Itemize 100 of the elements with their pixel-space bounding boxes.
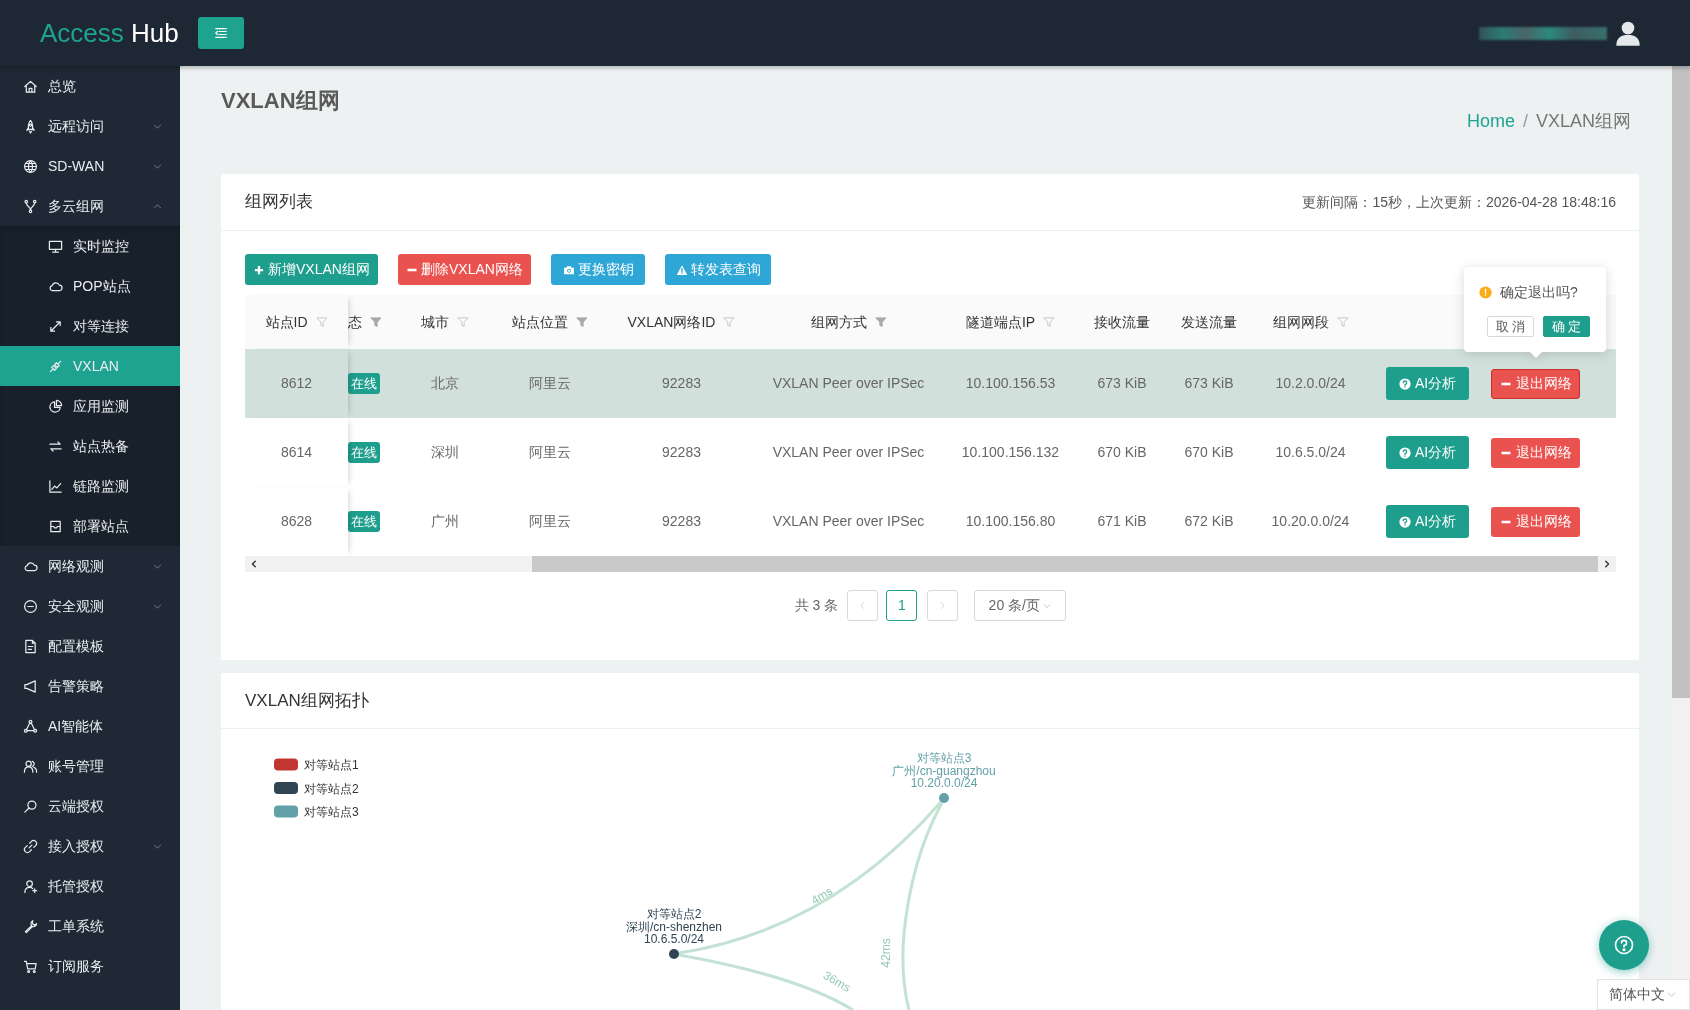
legend-label[interactable]: 对等站点1	[304, 758, 359, 772]
cancel-button[interactable]: 取 消	[1487, 316, 1534, 337]
sidebar-item[interactable]: 多云组网	[0, 186, 180, 226]
legend-label[interactable]: 对等站点2	[304, 781, 359, 796]
popover-message: 确定退出吗?	[1500, 282, 1578, 302]
submenu-item[interactable]: 链路监测	[0, 466, 180, 506]
globe-icon	[23, 158, 38, 174]
table-cell: 8612	[245, 349, 348, 418]
table-cell-text: 10.100.156.80	[964, 512, 1057, 531]
sidebar-item[interactable]: 总览	[0, 66, 180, 106]
card-title: VXLAN组网拓扑	[245, 689, 369, 712]
filter-icon[interactable]	[315, 316, 328, 328]
plus-icon	[253, 263, 266, 276]
submenu-item[interactable]: 站点热备	[0, 426, 180, 466]
page-size-select[interactable]: 20 条/页	[974, 590, 1067, 621]
table-cell-text: 671 KiB	[1096, 512, 1148, 531]
wrench-icon	[23, 918, 38, 934]
leave-network-button[interactable]: 退出网络	[1491, 437, 1580, 468]
sidebar-item[interactable]: 接入授权	[0, 826, 180, 866]
sidebar-item[interactable]: 网络观测	[0, 546, 180, 586]
submenu-item[interactable]: 部署站点	[0, 506, 180, 546]
filter-icon[interactable]	[874, 316, 887, 328]
filter-icon[interactable]	[370, 316, 382, 328]
column-header: VXLAN网络ID	[627, 312, 716, 332]
submenu-item[interactable]: POP站点	[0, 266, 180, 306]
line-chart-icon	[48, 478, 63, 494]
filter-icon[interactable]	[1043, 316, 1056, 328]
submenu-item[interactable]: 对等连接	[0, 306, 180, 346]
legend-swatch-icon[interactable]	[274, 758, 298, 771]
table-cell-text: 670 KiB	[1183, 443, 1235, 462]
table-cell-text: 深圳	[429, 443, 460, 462]
help-icon	[1398, 446, 1411, 459]
column-header: 组网网段	[1272, 312, 1329, 332]
table-cell: 8614	[245, 418, 348, 487]
submenu-item[interactable]: 应用监测	[0, 386, 180, 426]
sidebar-item[interactable]: 账号管理	[0, 746, 180, 786]
filter-icon[interactable]	[575, 316, 588, 328]
sidebar-item[interactable]: AI智能体	[0, 706, 180, 746]
help-icon	[1398, 515, 1411, 528]
filter-icon[interactable]	[723, 316, 736, 328]
table-cell-text: 92283	[661, 512, 702, 531]
scroll-right-icon[interactable]	[1602, 559, 1612, 569]
table-cell: 8628	[245, 487, 348, 556]
sidebar-item[interactable]: 云端授权	[0, 786, 180, 826]
update-info: 更新间隔：15秒，上次更新：2026-04-28 18:48:16	[1302, 192, 1616, 212]
node-name: 对等站点2	[646, 907, 702, 921]
table-cell-text: VXLAN Peer over IPSec	[771, 512, 926, 531]
nodes-icon	[23, 718, 38, 734]
edge-label: 42ms	[879, 938, 893, 968]
language-select[interactable]: 简体中文	[1597, 979, 1690, 1010]
legend-swatch-icon[interactable]	[274, 805, 298, 818]
filter-icon[interactable]	[1336, 316, 1349, 328]
help-icon	[1614, 935, 1634, 955]
swap-arrows-icon	[48, 438, 63, 454]
sidebar-item[interactable]: 工单系统	[0, 906, 180, 946]
menu-button[interactable]	[198, 17, 244, 49]
filter-icon[interactable]	[456, 316, 469, 328]
status-tag: 在线	[348, 511, 380, 532]
legend-swatch-icon[interactable]	[274, 782, 298, 794]
graph-node[interactable]	[939, 793, 949, 803]
sidebar-item[interactable]: 远程访问	[0, 106, 180, 146]
status-tag: 在线	[348, 442, 380, 463]
search-icon	[23, 798, 38, 814]
node-location: 深圳/cn-shenzhen	[626, 919, 722, 934]
sidebar-item[interactable]: 托管授权	[0, 866, 180, 906]
user-plus-icon	[23, 878, 38, 894]
menu-icon	[214, 26, 228, 40]
sidebar-item[interactable]: 安全观测	[0, 586, 180, 626]
chevron-down-icon	[1666, 989, 1677, 1000]
breadcrumb-current: VXLAN组网	[1535, 110, 1631, 133]
column-header: 城市	[420, 312, 449, 332]
table-cell-text: 10.100.156.53	[964, 374, 1057, 393]
sidebar-item[interactable]: SD-WAN	[0, 146, 180, 186]
diagonal-arrows-icon	[48, 318, 63, 334]
table-cell-text: 672 KiB	[1183, 512, 1235, 531]
delete-button[interactable]: 删除VXLAN网络	[398, 254, 531, 285]
graph-node[interactable]	[669, 949, 679, 959]
leave-network-button[interactable]: 退出网络	[1491, 368, 1580, 399]
pagination-total: 共 3 条	[794, 596, 839, 615]
legend-label[interactable]: 对等站点3	[304, 805, 359, 819]
sidebar-item[interactable]: 订阅服务	[0, 946, 180, 986]
warning-icon	[1479, 285, 1492, 299]
sidebar-item[interactable]: 告警策略	[0, 666, 180, 706]
page-title: VXLAN组网	[221, 87, 340, 115]
warning-icon	[675, 263, 688, 276]
card-title: 组网列表	[245, 191, 313, 214]
table-cell-text: 10.2.0.0/24	[1274, 374, 1347, 393]
table-cell-text: 10.100.156.132	[960, 443, 1061, 462]
leave-network-button[interactable]: 退出网络	[1491, 506, 1580, 537]
sidebar-item[interactable]: 配置模板	[0, 626, 180, 666]
scrollbar-thumb[interactable]	[532, 556, 1598, 572]
minus-circle-icon	[23, 598, 38, 614]
submenu-item[interactable]: 实时监控	[0, 226, 180, 266]
table-cell-text: 阿里云	[527, 374, 572, 393]
column-header: 接收流量	[1094, 312, 1150, 332]
table-cell-text: 阿里云	[527, 443, 572, 462]
scrollbar-thumb[interactable]	[1672, 66, 1690, 698]
table-cell-text: 673 KiB	[1183, 374, 1235, 393]
edge-label: 4ms	[808, 883, 836, 908]
document-icon	[23, 638, 38, 654]
